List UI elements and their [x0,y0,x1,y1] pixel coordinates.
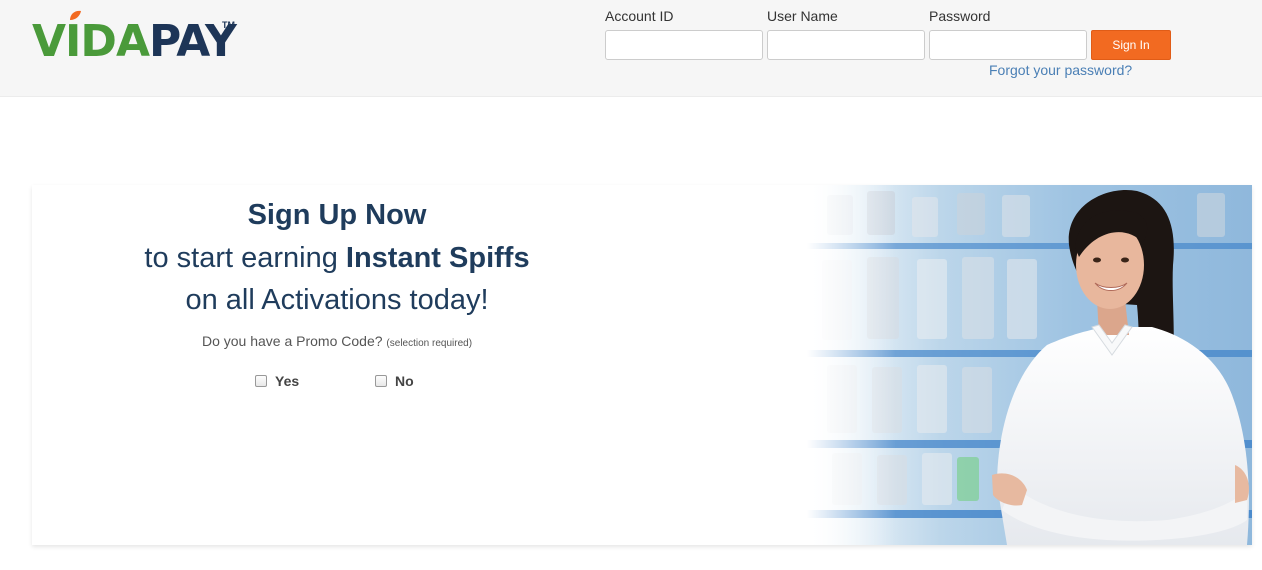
password-label: Password [929,8,991,24]
username-input[interactable] [767,30,925,60]
account-id-label: Account ID [605,8,674,24]
logo-vida-text: VIDA [32,16,150,67]
subline-prefix: to start earning [144,242,346,274]
no-label: No [395,373,414,389]
promo-no-option[interactable]: No [375,373,414,389]
username-label: User Name [767,8,838,24]
trademark-mark: TM [222,20,235,30]
account-id-input[interactable] [605,30,763,60]
signup-card: Sign Up Now to start earning Instant Spi… [32,185,1252,545]
password-input[interactable] [929,30,1087,60]
promo-question-text: Do you have a Promo Code? [201,333,387,349]
vidapay-logo[interactable]: VIDAPAY TM [32,10,242,70]
signup-tagline: on all Activations today! [185,284,489,316]
store-employee-image [807,185,1252,545]
signup-headline: Sign Up Now [247,199,427,231]
promo-code-question: Do you have a Promo Code? (selection req… [32,333,642,349]
promo-question-note: (selection required) [386,338,473,349]
header-bar: VIDAPAY TM Account ID User Name Password… [0,0,1262,97]
signup-subline: to start earning Instant Spiffs [32,242,642,275]
subline-bold: Instant Spiffs [345,242,530,274]
logo-wordmark: VIDAPAY [32,16,237,67]
sign-in-button[interactable]: Sign In [1091,30,1171,60]
forgot-password-link[interactable]: Forgot your password? [989,62,1132,78]
promo-yes-option[interactable]: Yes [255,373,299,389]
hero-photo [807,185,1252,545]
yes-checkbox[interactable] [255,375,267,387]
no-checkbox[interactable] [375,375,387,387]
yes-label: Yes [275,373,300,389]
